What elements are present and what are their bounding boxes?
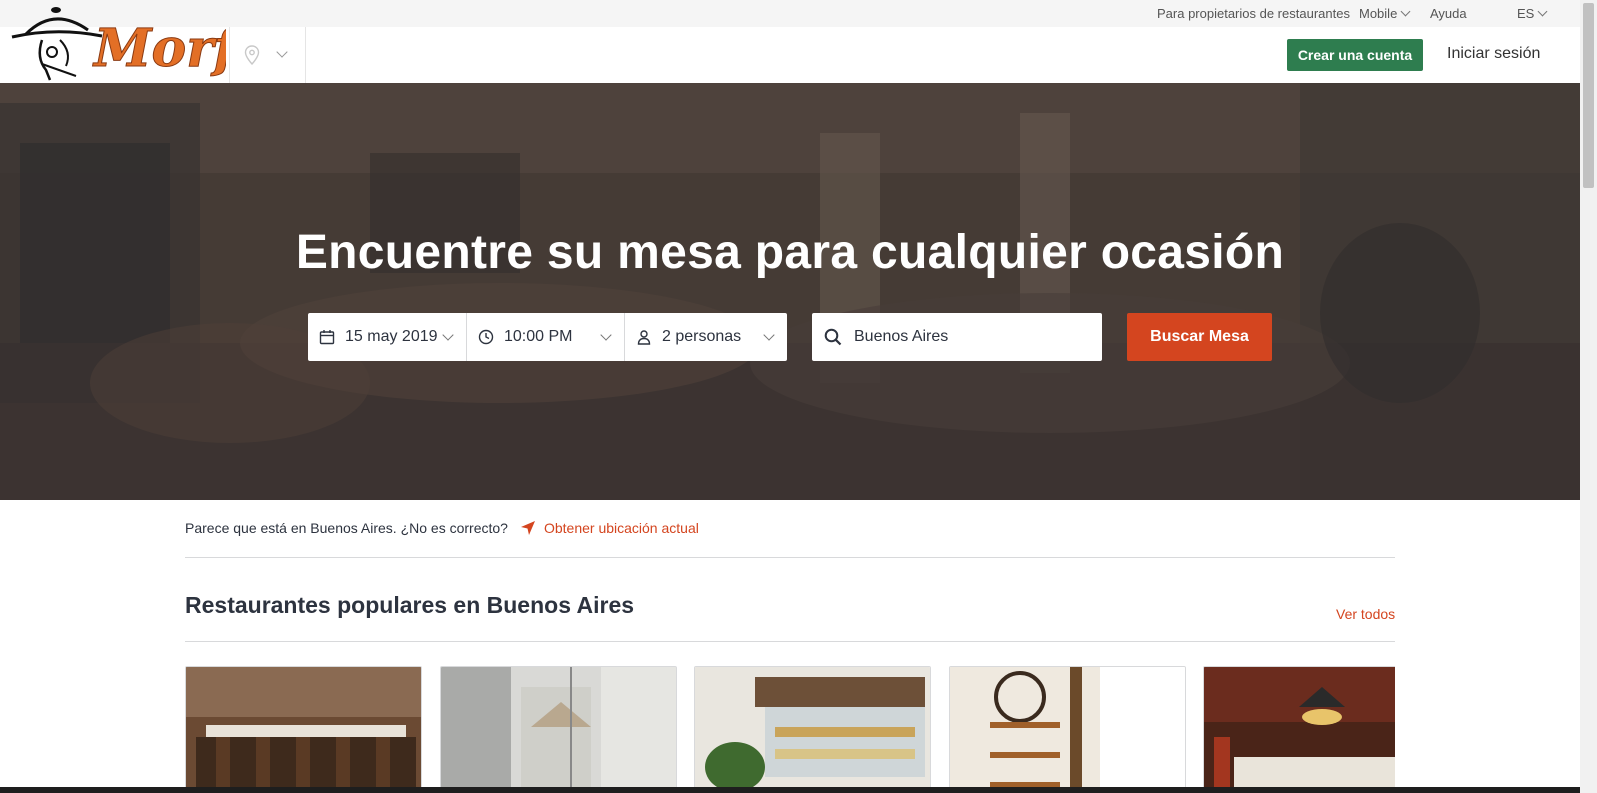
create-account-button[interactable]: Crear una cuenta [1287,39,1423,71]
chevron-down-icon [1537,6,1548,17]
utility-bar: Para propietarios de restaurantes Mobile… [0,0,1580,27]
location-selector[interactable] [229,27,306,83]
get-current-location-link[interactable]: Obtener ubicación actual [520,520,699,536]
search-icon [824,328,842,346]
help-link[interactable]: Ayuda [1430,6,1467,21]
restaurant-card[interactable] [694,666,931,793]
chevron-down-icon [1400,6,1411,17]
date-value: 15 may 2019 [345,328,438,345]
restaurant-background-image [0,83,1580,500]
cloche-waiter-icon: Morfi [11,7,252,81]
clock-icon [478,329,494,345]
language-label: ES [1517,6,1535,21]
navigation-arrow-icon [520,521,535,535]
location-notice-text: Parece que está en Buenos Aires. ¿No es … [185,520,508,536]
hero-title: Encuentre su mesa para cualquier ocasión [295,226,1285,279]
party-size-value: 2 personas [662,328,742,345]
reservation-form: 15 may 2019 10:00 PM 2 personas [308,313,787,361]
restaurant-photo [950,667,1185,793]
divider [185,557,1395,558]
date-picker[interactable]: 15 may 2019 [308,313,466,361]
time-picker[interactable]: 10:00 PM [466,313,624,361]
see-all-link[interactable]: Ver todos [1336,606,1395,622]
scrollbar-thumb[interactable] [1583,3,1594,188]
chevron-down-icon [276,46,288,58]
person-icon [637,330,651,345]
location-search-box [812,313,1102,361]
location-notice: Parece que está en Buenos Aires. ¿No es … [185,520,699,536]
morfi-logo[interactable]: Morfi [6,0,252,82]
mobile-label: Mobile [1359,6,1398,21]
location-search-input[interactable] [854,328,1094,346]
bottom-edge [0,787,1580,793]
chevron-down-icon [442,329,454,341]
chevron-down-icon [600,329,612,341]
search-table-button[interactable]: Buscar Mesa [1127,313,1272,361]
popular-restaurants-heading: Restaurantes populares en Buenos Aires [185,592,635,618]
mobile-menu[interactable]: Mobile [1359,6,1411,21]
calendar-icon [319,330,335,345]
chevron-down-icon [763,329,775,341]
login-link[interactable]: Iniciar sesión [1447,45,1540,63]
svg-text:Morfi: Morfi [92,18,226,79]
restaurant-card[interactable] [1203,666,1395,793]
vertical-scrollbar[interactable] [1580,0,1597,793]
page: Para propietarios de restaurantes Mobile… [0,0,1597,793]
hero-section: Encuentre su mesa para cualquier ocasión… [0,83,1580,500]
restaurant-card[interactable] [440,666,677,793]
party-size-picker[interactable]: 2 personas [624,313,787,361]
restaurant-carousel [185,666,1395,793]
time-value: 10:00 PM [504,328,573,345]
restaurant-card[interactable] [185,666,422,793]
language-menu[interactable]: ES [1517,6,1548,21]
restaurant-photo [1204,667,1395,793]
restaurant-card[interactable] [949,666,1186,793]
location-pin-icon [244,45,260,65]
restaurant-photo [695,667,930,793]
owners-link[interactable]: Para propietarios de restaurantes [1157,6,1350,21]
get-current-location-label: Obtener ubicación actual [543,520,699,536]
divider [185,641,1395,642]
restaurant-photo [441,667,676,793]
restaurant-photo [186,667,421,793]
